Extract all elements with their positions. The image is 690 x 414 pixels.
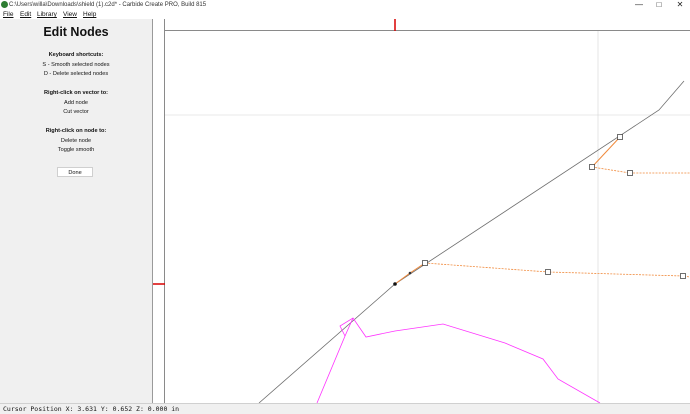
menu-file[interactable]: File — [3, 10, 13, 19]
horizontal-ruler-marker — [394, 19, 396, 31]
close-icon[interactable]: ✕ — [673, 0, 687, 10]
app-icon — [1, 1, 8, 8]
vector-action-cut: Cut vector — [63, 109, 89, 115]
minimize-icon[interactable]: — — [632, 0, 646, 10]
title-bar: C:\Users\willa\Downloads\shield (1).c2d*… — [0, 0, 690, 10]
shortcut-delete: D - Delete selected nodes — [43, 71, 109, 77]
diagonal-vector[interactable] — [258, 80, 685, 404]
node-action-toggle-smooth: Toggle smooth — [57, 147, 95, 153]
node-actions-title: Right-click on node to: — [45, 128, 107, 134]
status-bar: Cursor Position X: 3.631 Y: 0.652 Z: 0.0… — [0, 403, 690, 414]
handle-point-end[interactable] — [393, 282, 397, 286]
menu-help[interactable]: Help — [83, 10, 96, 19]
shortcuts-title: Keyboard shortcuts: — [48, 52, 104, 58]
vector-node[interactable] — [617, 134, 623, 140]
panel-title: Edit Nodes — [43, 25, 109, 39]
window-title: C:\Users\willa\Downloads\shield (1).c2d*… — [9, 2, 207, 8]
handle-point[interactable] — [408, 271, 412, 275]
shortcut-smooth: S - Smooth selected nodes — [42, 62, 110, 68]
cursor-position-readout: Cursor Position X: 3.631 Y: 0.652 Z: 0.0… — [3, 405, 180, 413]
selected-vector-upper[interactable] — [591, 166, 690, 174]
done-button[interactable]: Done — [57, 167, 93, 177]
vector-node[interactable] — [589, 164, 595, 170]
magenta-vector-outline[interactable] — [316, 317, 601, 404]
selected-vector-lower[interactable] — [424, 262, 690, 278]
vector-node[interactable] — [627, 170, 633, 176]
vector-node[interactable] — [680, 273, 686, 279]
vertical-ruler — [153, 19, 165, 403]
canvas-drawing[interactable] — [165, 31, 690, 404]
menu-view[interactable]: View — [63, 10, 77, 19]
menu-library[interactable]: Library — [37, 10, 57, 19]
node-action-delete: Delete node — [60, 138, 92, 144]
horizontal-ruler — [165, 19, 690, 31]
vector-action-add-node: Add node — [64, 100, 88, 106]
vector-node[interactable] — [545, 269, 551, 275]
vector-actions-title: Right-click on vector to: — [43, 90, 109, 96]
design-canvas[interactable] — [165, 31, 690, 404]
node-control-handle-upper[interactable] — [591, 136, 621, 168]
edit-nodes-panel: Edit Nodes Keyboard shortcuts: S - Smoot… — [0, 19, 152, 403]
node-control-handle-tail[interactable] — [394, 272, 411, 285]
menu-bar: File Edit Library View Help — [0, 10, 690, 19]
vector-node[interactable] — [422, 260, 428, 266]
vertical-ruler-marker — [153, 283, 165, 285]
menu-edit[interactable]: Edit — [20, 10, 31, 19]
maximize-icon[interactable]: □ — [652, 0, 666, 10]
